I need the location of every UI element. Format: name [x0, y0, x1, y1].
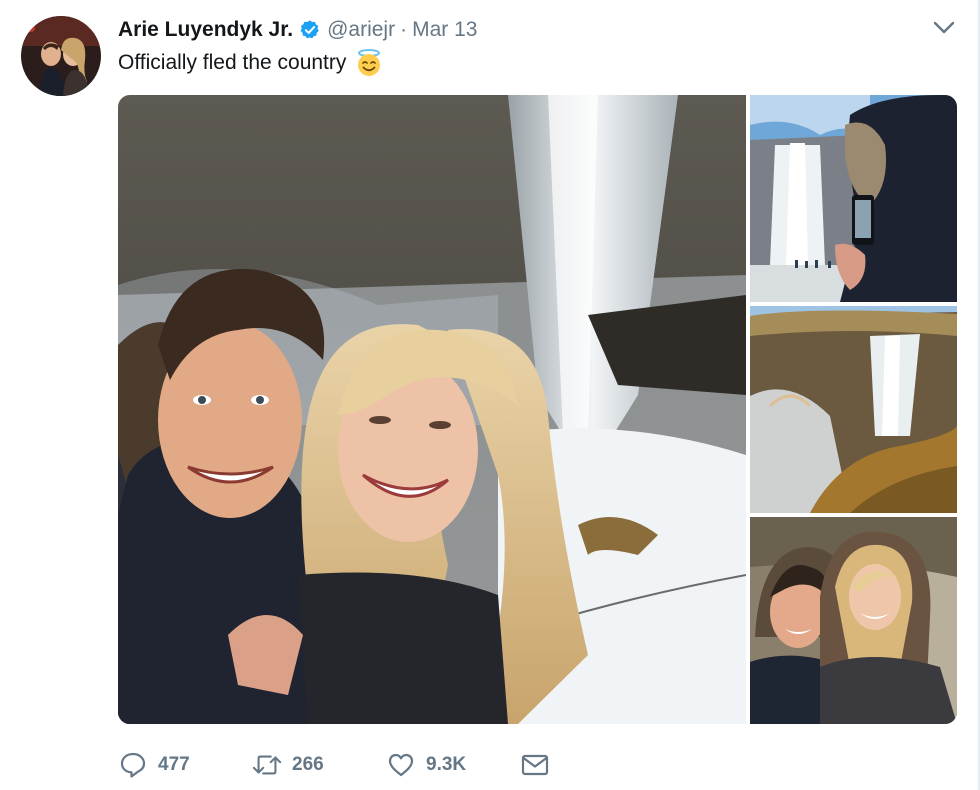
retweet-icon	[252, 750, 282, 780]
smiling-face-with-halo-icon	[354, 48, 384, 78]
user-handle[interactable]: @ariejr	[327, 18, 395, 42]
like-button[interactable]: 9.3K	[386, 750, 520, 780]
retweet-count: 266	[292, 754, 324, 775]
tweet-actions: 477 266 9.3K	[118, 748, 550, 782]
reply-button[interactable]: 477	[118, 750, 252, 780]
photo-couple-selfie[interactable]	[750, 517, 957, 724]
avatar[interactable]	[21, 16, 101, 96]
tweet-menu-button[interactable]	[930, 18, 958, 42]
photo-canyon-waterfall[interactable]	[750, 306, 957, 513]
retweet-button[interactable]: 266	[252, 750, 386, 780]
like-icon	[386, 750, 416, 780]
tweet-text-content: Officially fled the country	[118, 51, 347, 74]
tweet-timestamp[interactable]: Mar 13	[412, 18, 477, 42]
display-name[interactable]: Arie Luyendyk Jr.	[118, 18, 293, 42]
direct-message-icon	[520, 750, 550, 780]
separator-dot: ·	[400, 18, 408, 41]
direct-message-button[interactable]	[520, 750, 550, 780]
reply-count: 477	[158, 754, 190, 775]
verified-badge-icon	[299, 19, 321, 41]
tweet: Arie Luyendyk Jr. @ariejr · Mar 13 Offic…	[0, 0, 980, 790]
photo-selfie-waterfall[interactable]	[118, 95, 746, 724]
media-grid	[118, 95, 957, 724]
reply-icon	[118, 750, 148, 780]
tweet-text: Officially fled the country	[118, 48, 384, 78]
chevron-down-icon	[933, 21, 955, 40]
photo-waterfall-phone[interactable]	[750, 95, 957, 302]
like-count: 9.3K	[426, 754, 467, 775]
tweet-header: Arie Luyendyk Jr. @ariejr · Mar 13	[118, 14, 477, 46]
